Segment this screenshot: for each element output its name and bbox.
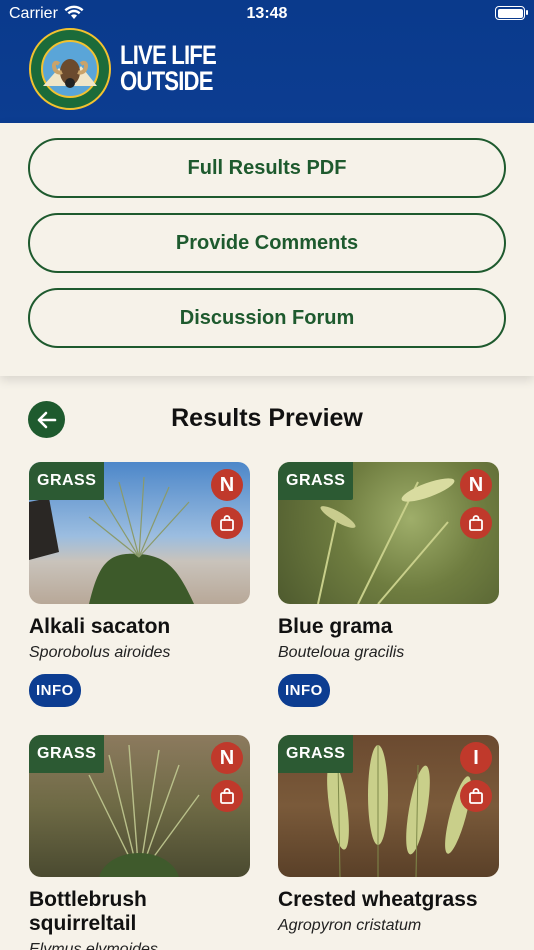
brand-line-1: LIVE LIFE [120, 40, 217, 70]
shopping-bag-icon[interactable] [211, 507, 243, 539]
app-header: Carrier 13:48 LIVE LIFE OUTSIDE [0, 0, 534, 123]
info-button[interactable]: INFO [278, 674, 330, 707]
info-button[interactable]: INFO [29, 674, 81, 707]
shopping-bag-icon[interactable] [460, 780, 492, 812]
status-bar: Carrier 13:48 [0, 0, 534, 28]
plant-scientific-name: Agropyron cristatum [278, 917, 422, 934]
native-status-badge: N [460, 469, 492, 501]
plant-common-name: Bottlebrush squirreltail [29, 888, 147, 935]
plant-photo: GRASS N [29, 462, 250, 604]
category-tag: GRASS [29, 735, 105, 773]
plant-common-name: Blue grama [278, 615, 393, 638]
plant-card[interactable]: GRASS N Bottlebrush squirreltail Elymus … [29, 735, 250, 950]
shopping-bag-icon[interactable] [211, 780, 243, 812]
brand-line-2: OUTSIDE [120, 66, 213, 96]
results-title: Results Preview [171, 404, 363, 432]
status-time: 13:48 [246, 5, 288, 22]
provide-comments-button[interactable]: Provide Comments [28, 213, 506, 273]
native-status-badge: N [211, 469, 243, 501]
battery-icon [495, 6, 528, 20]
introduced-status-badge: I [460, 742, 492, 774]
plant-scientific-name: Bouteloua gracilis [278, 644, 405, 661]
full-results-pdf-button[interactable]: Full Results PDF [28, 138, 506, 198]
cpw-logo [29, 28, 111, 110]
plant-common-name: Crested wheatgrass [278, 888, 478, 911]
plant-scientific-name: Sporobolus airoides [29, 644, 171, 661]
brand-wordmark: LIVE LIFE OUTSIDE [120, 40, 217, 96]
plant-common-name: Alkali sacaton [29, 615, 171, 638]
plant-photo: GRASS N [278, 462, 499, 604]
plant-card[interactable]: GRASS N Blue grama Bouteloua gracilis IN… [278, 462, 499, 707]
plant-photo: GRASS I [278, 735, 499, 877]
plant-photo: GRASS N [29, 735, 250, 877]
shopping-bag-icon[interactable] [460, 507, 492, 539]
category-tag: GRASS [29, 462, 105, 500]
native-status-badge: N [211, 742, 243, 774]
plant-scientific-name: Elymus elymoides [29, 941, 158, 950]
plant-card[interactable]: GRASS I Crested wheatgrass Agropyron cri… [278, 735, 499, 935]
category-tag: GRASS [278, 735, 354, 773]
plant-card[interactable]: GRASS N Alkali sacaton Sporobolus airoid… [29, 462, 250, 707]
actions-panel: Full Results PDF Provide Comments Discus… [0, 123, 534, 376]
category-tag: GRASS [278, 462, 354, 500]
discussion-forum-button[interactable]: Discussion Forum [28, 288, 506, 348]
